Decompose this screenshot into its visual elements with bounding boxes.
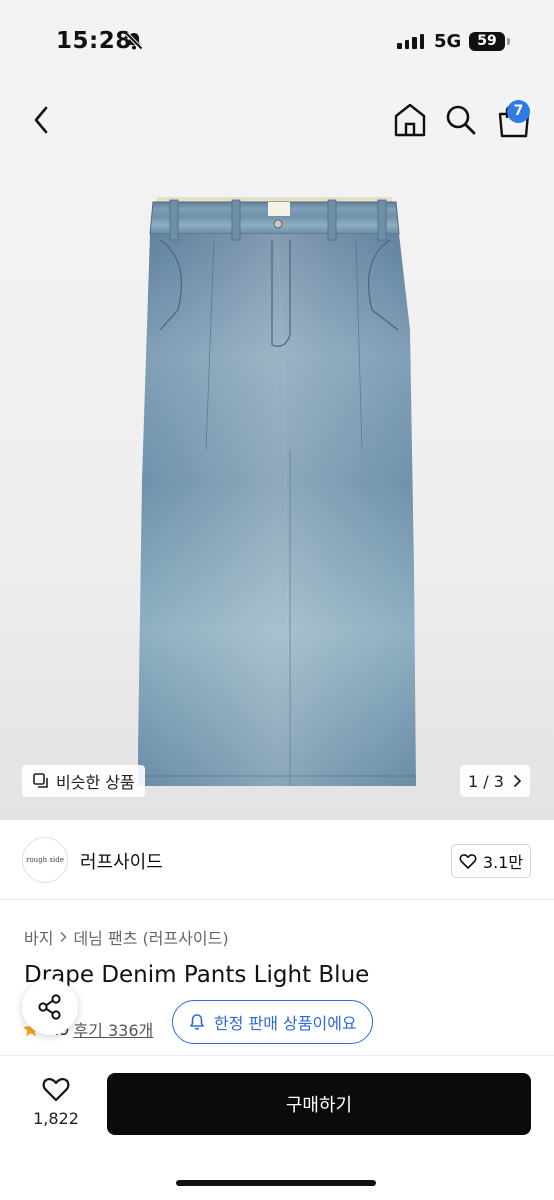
cart-count-badge: 7 [507, 100, 530, 123]
chevron-left-icon [34, 106, 48, 134]
breadcrumb: 바지 데님 팬츠 (러프사이드) [24, 925, 229, 949]
brand-logo[interactable]: rough side [22, 837, 68, 883]
buy-button[interactable]: 구매하기 [107, 1073, 531, 1135]
top-area: 15:28 5G 59 7 [0, 0, 554, 150]
image-pager-text: 1 / 3 [468, 771, 504, 791]
silent-bell-icon [124, 31, 144, 55]
heart-outline-icon [459, 854, 477, 869]
cellular-signal-icon [397, 34, 424, 49]
image-pager[interactable]: 1 / 3 [460, 765, 530, 797]
battery-icon: 59 [469, 32, 505, 51]
breadcrumb-category[interactable]: 바지 [24, 925, 53, 949]
brand-like-button[interactable]: 3.1만 [451, 844, 531, 878]
home-button[interactable] [392, 101, 428, 139]
product-title: Drape Denim Pants Light Blue [24, 962, 370, 988]
reviews-link[interactable]: 후기 336개 [73, 1017, 153, 1041]
similar-products-label: 비슷한 상품 [56, 773, 135, 792]
network-type: 5G [434, 31, 462, 52]
limited-sale-label: 한정 판매 상품이에요 [214, 1014, 357, 1033]
status-time: 15:28 [56, 28, 132, 54]
back-button[interactable] [24, 100, 58, 140]
brand-logo-text: rough side [26, 856, 64, 864]
battery-tip [507, 38, 510, 45]
status-bar: 15:28 5G 59 [0, 0, 554, 80]
home-indicator [176, 1180, 376, 1186]
breadcrumb-subcategory[interactable]: 데님 팬츠 (러프사이드) [73, 925, 228, 949]
copy-squares-icon [33, 773, 48, 788]
search-icon [446, 105, 476, 135]
share-button[interactable] [22, 979, 78, 1035]
chevron-right-icon [514, 775, 521, 787]
brand-row[interactable]: rough side 러프사이드 3.1만 [0, 820, 554, 900]
home-icon [394, 103, 426, 137]
brand-name[interactable]: 러프사이드 [80, 848, 163, 874]
wishlist-count: 1,822 [33, 1109, 79, 1128]
similar-products-button[interactable]: 비슷한 상품 [22, 765, 145, 797]
bell-icon [190, 1014, 204, 1030]
product-image-gallery[interactable] [0, 150, 554, 820]
brand-like-count: 3.1만 [482, 853, 524, 872]
share-icon [38, 994, 61, 1020]
wishlist-button[interactable]: 1,822 [24, 1075, 88, 1128]
limited-sale-banner[interactable]: 한정 판매 상품이에요 [172, 1000, 373, 1044]
jeans-product-image [138, 197, 416, 786]
search-button[interactable] [443, 102, 479, 138]
chevron-right-icon [60, 931, 68, 943]
heart-outline-icon [42, 1078, 70, 1102]
